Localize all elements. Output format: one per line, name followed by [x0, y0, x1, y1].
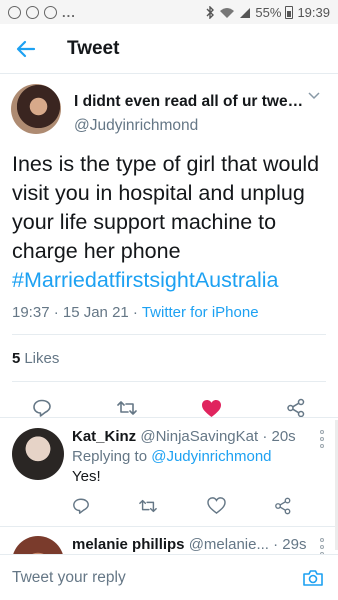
- reply-composer[interactable]: Tweet your reply: [0, 554, 338, 600]
- signal-icon: [240, 7, 251, 18]
- reply-button[interactable]: [22, 388, 62, 428]
- notification-icon: [8, 5, 21, 19]
- camera-icon: [303, 569, 323, 586]
- author-display-name[interactable]: I didnt even read all of ur tweet ...: [74, 93, 306, 111]
- reply-author-handle[interactable]: @melanie...: [189, 536, 269, 553]
- system-icons: 55% 19:39: [205, 5, 330, 20]
- hashtag-link[interactable]: #MarriedatfirstsightAustralia: [12, 266, 326, 295]
- whatsapp-icon: [26, 5, 39, 19]
- reply-author-name[interactable]: Kat_Kinz: [72, 428, 136, 445]
- reply-input[interactable]: Tweet your reply: [12, 569, 300, 587]
- reply-time: · 29s: [268, 536, 307, 553]
- page-title: Tweet: [67, 37, 120, 59]
- app-header: Tweet: [0, 24, 338, 74]
- wifi-icon: [220, 7, 235, 18]
- likes-count-link[interactable]: 5 Likes: [0, 335, 338, 381]
- like-button[interactable]: [191, 388, 231, 428]
- avatar[interactable]: [11, 84, 61, 134]
- likes-label: Likes: [24, 349, 60, 367]
- avatar[interactable]: [12, 428, 64, 480]
- clock: 19:39: [297, 4, 330, 20]
- divider: [0, 526, 338, 527]
- notification-icons: ...: [8, 5, 76, 20]
- reply-tweet[interactable]: melanie phillips @melanie... · 29s: [0, 536, 338, 554]
- replying-to-label: Replying to: [72, 448, 152, 465]
- more-icon[interactable]: [320, 538, 324, 554]
- status-bar: ... 55% 19:39: [0, 0, 338, 24]
- retweet-icon[interactable]: [138, 497, 158, 515]
- tweet-meta: 19:37 · 15 Jan 21 · Twitter for iPhone: [0, 304, 338, 321]
- reply-header: Kat_Kinz @NinjaSavingKat · 20s: [72, 428, 310, 445]
- tweet-timestamp: 19:37 · 15 Jan 21 ·: [12, 304, 142, 321]
- more-notifications: ...: [62, 4, 76, 20]
- reply-tweet[interactable]: Kat_Kinz @NinjaSavingKat · 20s Replying …: [0, 428, 338, 515]
- tweet-options-button[interactable]: [302, 92, 326, 100]
- heart-icon[interactable]: [206, 497, 226, 514]
- share-button[interactable]: [276, 388, 316, 428]
- heart-icon: [201, 399, 221, 417]
- retweet-icon: [116, 401, 137, 415]
- retweet-button[interactable]: [107, 388, 147, 428]
- reply-header: melanie phillips @melanie... · 29s: [72, 536, 310, 553]
- reply-author-handle[interactable]: @NinjaSavingKat: [140, 428, 258, 445]
- reply-author-name[interactable]: melanie phillips: [72, 536, 185, 553]
- likes-number: 5: [12, 349, 21, 367]
- tweet-text: Ines is the type of girl that would visi…: [0, 150, 338, 295]
- battery-icon: [285, 5, 294, 19]
- share-icon: [287, 398, 304, 418]
- share-icon[interactable]: [274, 497, 292, 515]
- avatar[interactable]: [12, 536, 64, 554]
- reply-time: · 20s: [258, 428, 296, 445]
- divider: [0, 417, 338, 418]
- reply-icon: [33, 399, 52, 417]
- author-handle[interactable]: @Judyinrichmond: [74, 117, 302, 135]
- reply-text: Yes!: [72, 468, 101, 485]
- battery-percentage: 55%: [255, 4, 282, 20]
- tweet-source-link[interactable]: Twitter for iPhone: [142, 304, 259, 321]
- reply-icon[interactable]: [72, 497, 90, 515]
- replying-to: Replying to @Judyinrichmond: [72, 448, 326, 465]
- back-arrow-icon: [16, 40, 36, 57]
- tweet-author: I didnt even read all of ur tweet ... @J…: [0, 80, 338, 140]
- reply-body: melanie phillips @melanie... · 29s: [72, 536, 326, 554]
- tweet-body: Ines is the type of girl that would visi…: [12, 152, 320, 263]
- chevron-down-icon: [308, 92, 320, 100]
- back-button[interactable]: [0, 24, 52, 74]
- bluetooth-icon: [206, 5, 215, 19]
- camera-button[interactable]: [300, 565, 326, 591]
- author-info: I didnt even read all of ur tweet ... @J…: [74, 80, 306, 135]
- app-notification-icon: [44, 5, 57, 19]
- more-icon[interactable]: [320, 430, 324, 448]
- replying-to-handle[interactable]: @Judyinrichmond: [151, 448, 271, 465]
- main-tweet: I didnt even read all of ur tweet ... @J…: [0, 80, 338, 434]
- tweet-actions: [0, 382, 338, 434]
- reply-actions: [72, 497, 292, 515]
- reply-body: Kat_Kinz @NinjaSavingKat · 20s Replying …: [72, 428, 326, 515]
